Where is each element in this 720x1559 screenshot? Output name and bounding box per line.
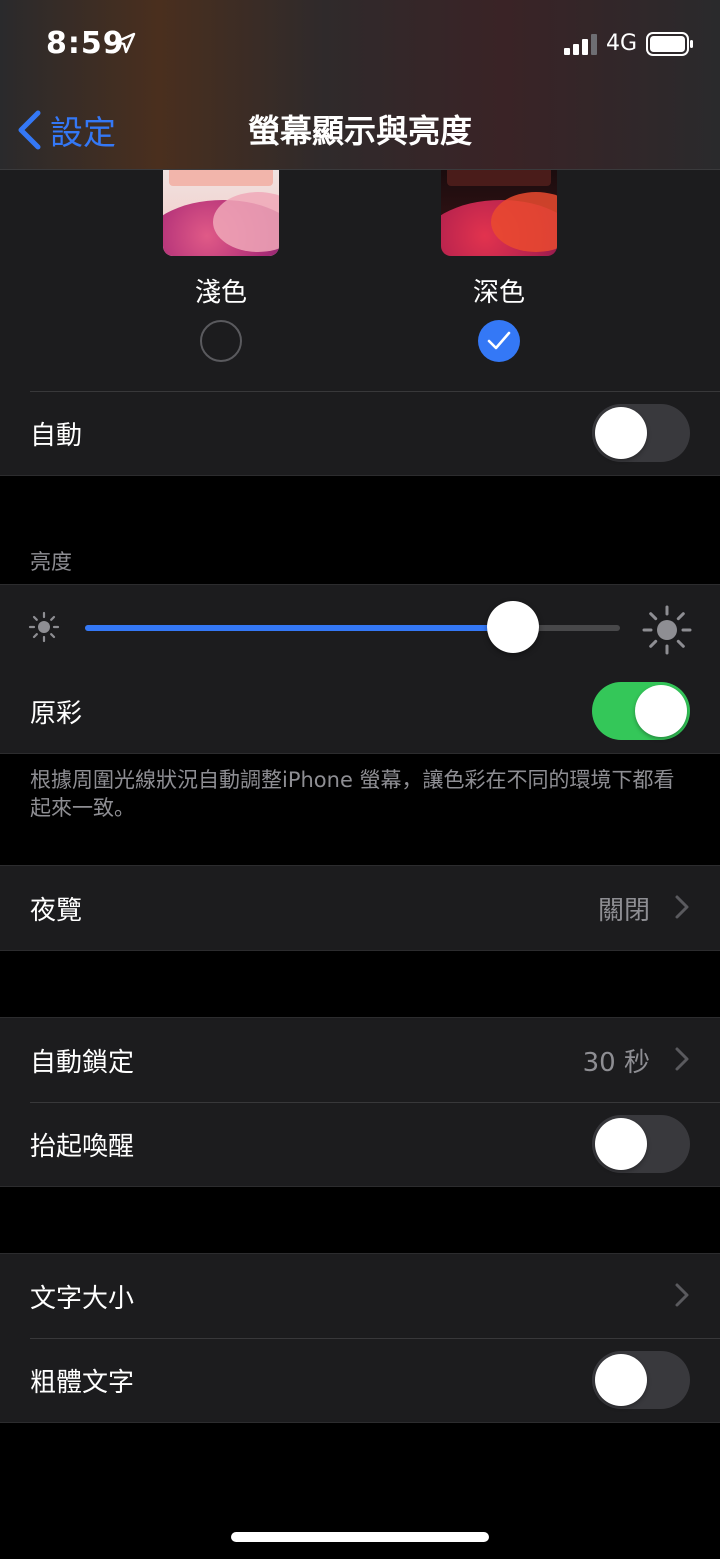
auto-appearance-label: 自動: [30, 421, 83, 451]
brightness-slider-handle[interactable]: [487, 601, 539, 653]
location-arrow-icon: [114, 32, 136, 54]
home-indicator[interactable]: [231, 1532, 489, 1542]
true-tone-toggle[interactable]: [592, 682, 690, 740]
checkmark-icon: [487, 331, 511, 350]
status-time: 8:59: [46, 26, 125, 61]
brightness-slider-fill: [85, 625, 513, 631]
brightness-slider-row: [0, 585, 720, 669]
dark-mode-preview[interactable]: [441, 170, 557, 256]
chevron-right-icon: [675, 895, 689, 919]
bold-text-row: 粗體文字: [0, 1338, 720, 1422]
raise-to-wake-row: 抬起喚醒: [0, 1102, 720, 1186]
light-mode-label: 淺色: [194, 278, 247, 308]
light-mode-preview[interactable]: [163, 170, 279, 256]
auto-appearance-toggle[interactable]: [592, 404, 690, 462]
night-shift-value: 關閉: [597, 896, 650, 926]
auto-appearance-group: 自動: [0, 391, 720, 476]
true-tone-description: 根據周圍光線狀況自動調整iPhone 螢幕，讓色彩在不同的環境下都看起來一致。: [30, 768, 675, 820]
dark-mode-radio[interactable]: [478, 320, 520, 362]
text-size-label: 文字大小: [30, 1284, 135, 1314]
header: 8:59 4G 設定 螢幕顯示與亮度: [0, 0, 720, 170]
lock-group: 自動鎖定 30 秒 抬起喚醒: [0, 1017, 720, 1187]
chevron-right-icon: [675, 1283, 689, 1307]
battery-icon: [646, 32, 693, 56]
night-shift-group: 夜覽 關閉: [0, 865, 720, 951]
auto-appearance-row: 自動: [0, 391, 720, 475]
brightness-section-header: 亮度: [30, 550, 72, 574]
light-mode-radio[interactable]: [200, 320, 242, 362]
text-size-row[interactable]: 文字大小: [0, 1254, 720, 1338]
raise-to-wake-label: 抬起喚醒: [30, 1132, 135, 1162]
brightness-slider-track[interactable]: [85, 625, 620, 631]
chevron-right-icon: [675, 1047, 689, 1071]
night-shift-row[interactable]: 夜覽 關閉: [0, 866, 720, 950]
cellular-signal-icon: [564, 34, 597, 55]
bold-text-label: 粗體文字: [30, 1368, 135, 1398]
network-type: 4G: [606, 31, 638, 56]
true-tone-row: 原彩: [0, 669, 720, 753]
appearance-section: 淺色 深色: [0, 170, 720, 392]
sun-small-icon: [28, 611, 60, 643]
bold-text-toggle[interactable]: [592, 1351, 690, 1409]
auto-lock-label: 自動鎖定: [30, 1048, 135, 1078]
raise-to-wake-toggle[interactable]: [592, 1115, 690, 1173]
true-tone-label: 原彩: [30, 699, 83, 729]
text-group: 文字大小 粗體文字: [0, 1253, 720, 1423]
navigation-bar: 設定 螢幕顯示與亮度: [0, 90, 720, 170]
sun-large-icon: [642, 605, 692, 655]
auto-lock-value: 30 秒: [582, 1048, 650, 1078]
night-shift-label: 夜覽: [30, 896, 83, 926]
brightness-group: 原彩: [0, 584, 720, 754]
auto-lock-row[interactable]: 自動鎖定 30 秒: [0, 1018, 720, 1102]
status-bar: 8:59 4G: [0, 0, 720, 90]
dark-mode-label: 深色: [472, 278, 525, 308]
page-title: 螢幕顯示與亮度: [247, 112, 472, 150]
